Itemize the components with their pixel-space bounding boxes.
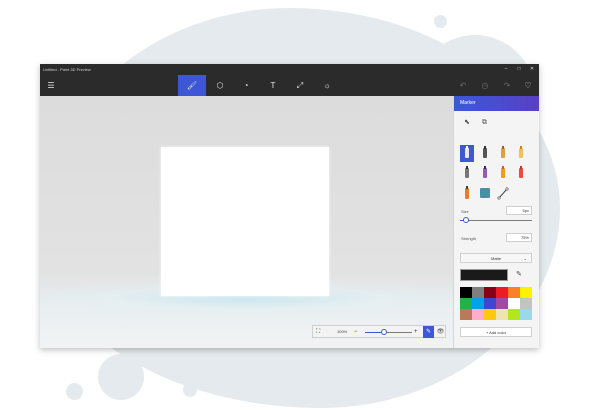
- main-toolbar: ☰ 🖌 ⬡ ◔ T ⤢ ☼ ↶ ◷ ↷ ♡: [40, 75, 539, 96]
- fill-bucket-icon[interactable]: [478, 185, 492, 202]
- color-swatch[interactable]: [508, 298, 520, 309]
- current-color-swatch[interactable]: [460, 269, 508, 281]
- 3d-shapes-tool-icon[interactable]: ⬡: [206, 75, 234, 96]
- history-icon[interactable]: ◷: [474, 75, 496, 96]
- color-swatch[interactable]: [472, 309, 484, 320]
- close-button[interactable]: ✕: [526, 64, 538, 75]
- crayon-icon[interactable]: [514, 165, 528, 182]
- strength-value-field[interactable]: 75%: [506, 233, 532, 242]
- color-palette: [460, 287, 532, 320]
- background-dot-bottom-left: [66, 383, 83, 400]
- window-title: Untitled - Paint 3D Preview: [43, 67, 91, 72]
- brushes-tool-icon[interactable]: 🖌: [178, 75, 206, 96]
- eraser-icon[interactable]: [496, 165, 510, 182]
- title-bar: Untitled - Paint 3D Preview – □ ✕: [40, 64, 539, 75]
- color-swatch[interactable]: [460, 309, 472, 320]
- canvas-workspace[interactable]: ⛶ 100% − + ✎ 👁: [40, 96, 453, 348]
- pen-mode-icon[interactable]: ✎: [423, 326, 434, 338]
- finish-dropdown[interactable]: Matte ⌄: [460, 253, 532, 263]
- color-swatch[interactable]: [496, 309, 508, 320]
- zoom-slider-thumb[interactable]: [381, 329, 387, 335]
- color-swatch[interactable]: [472, 287, 484, 298]
- calligraphy-pen-icon[interactable]: [478, 145, 492, 162]
- color-swatch[interactable]: [484, 298, 496, 309]
- color-swatch[interactable]: [484, 287, 496, 298]
- background-dot-bottom-mid: [183, 383, 197, 397]
- zoom-in-button[interactable]: +: [414, 326, 418, 338]
- color-swatch[interactable]: [520, 309, 532, 320]
- color-swatch[interactable]: [496, 298, 508, 309]
- color-swatch[interactable]: [520, 298, 532, 309]
- fit-to-screen-icon[interactable]: ⛶: [316, 326, 320, 338]
- color-swatch[interactable]: [472, 298, 484, 309]
- paint3d-window: Untitled - Paint 3D Preview – □ ✕ ☰ 🖌 ⬡ …: [40, 64, 539, 348]
- color-swatch[interactable]: [508, 309, 520, 320]
- zoom-bar: ⛶ 100% − + ✎ 👁: [312, 325, 446, 338]
- pencil-icon[interactable]: [478, 165, 492, 182]
- color-swatch[interactable]: [520, 287, 532, 298]
- zoom-percentage: 100%: [337, 329, 348, 334]
- color-swatch[interactable]: [508, 287, 520, 298]
- color-swatch[interactable]: [484, 309, 496, 320]
- panel-title: Marker: [454, 96, 539, 111]
- effects-tool-icon[interactable]: ☼: [313, 75, 341, 96]
- text-tool-icon[interactable]: T: [259, 75, 287, 96]
- oil-brush-icon[interactable]: [496, 145, 510, 162]
- undo-icon[interactable]: ↶: [452, 75, 474, 96]
- redo-icon[interactable]: ↷: [496, 75, 518, 96]
- watercolor-icon[interactable]: [514, 145, 528, 162]
- drawing-canvas[interactable]: [161, 147, 329, 296]
- maximize-button[interactable]: □: [513, 64, 525, 75]
- select-cursor-icon[interactable]: ⬉: [464, 118, 482, 126]
- canvas-tool-icon[interactable]: ⤢: [286, 75, 314, 96]
- brush-side-panel: Marker ⬉⧉ Size 5px Strength 75% Matte ⌄: [453, 96, 539, 348]
- hamburger-menu-icon[interactable]: ☰: [40, 75, 62, 96]
- color-swatch[interactable]: [460, 298, 472, 309]
- minimize-button[interactable]: –: [500, 64, 512, 75]
- view-3d-icon[interactable]: 👁: [435, 326, 446, 338]
- zoom-slider-rest: [383, 332, 412, 333]
- finish-dropdown-value: Matte: [490, 256, 501, 261]
- marker-brush-icon[interactable]: [460, 145, 474, 162]
- background-dot-top: [434, 15, 447, 28]
- color-swatch[interactable]: [460, 287, 472, 298]
- strength-label: Strength: [461, 236, 477, 241]
- eyedropper-icon[interactable]: ✎: [516, 270, 522, 278]
- size-value-field[interactable]: 5px: [506, 206, 532, 215]
- size-slider-track[interactable]: [460, 220, 532, 221]
- pixel-pen-icon[interactable]: [460, 165, 474, 182]
- line-tool-icon[interactable]: [496, 185, 510, 202]
- add-color-button[interactable]: + Add color: [460, 327, 532, 337]
- remix-community-icon[interactable]: ♡: [517, 75, 539, 96]
- chevron-down-icon: ⌄: [523, 256, 527, 261]
- selection-tools: ⬉ ⧉: [464, 118, 500, 127]
- background-circle-bottom: [98, 354, 144, 400]
- stickers-tool-icon[interactable]: ◔: [232, 75, 260, 96]
- copy-icon[interactable]: ⧉: [482, 119, 500, 127]
- spray-can-icon[interactable]: [460, 185, 474, 202]
- size-slider-thumb[interactable]: [463, 217, 469, 223]
- size-label: Size: [461, 209, 469, 214]
- zoom-out-button[interactable]: −: [354, 326, 358, 338]
- color-swatch[interactable]: [496, 287, 508, 298]
